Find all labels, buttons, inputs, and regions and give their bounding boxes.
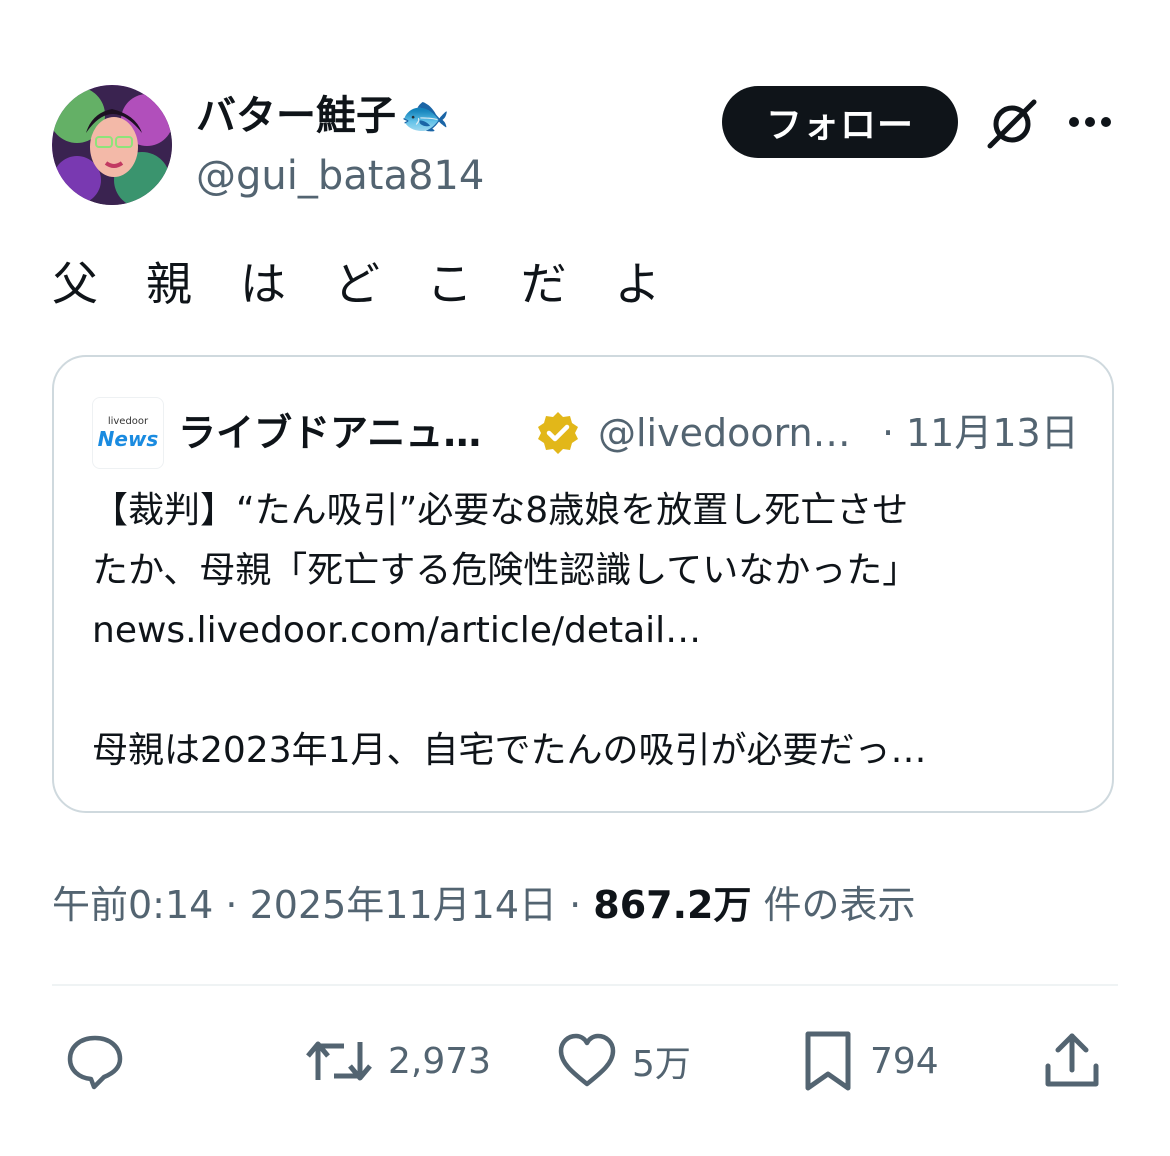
display-name-text: バター鮭子 [196, 93, 396, 139]
tweet-meta: 午前0:14 · 2025年11月14日 · 867.2万 件の表示 [52, 878, 916, 932]
verified-badge-icon [538, 412, 578, 454]
logo-big-text: News [97, 427, 159, 451]
divider [52, 984, 1118, 986]
share-icon [1045, 1033, 1099, 1087]
grok-icon[interactable] [984, 96, 1040, 152]
quoted-link[interactable]: news.livedoor.com/article/detail… [92, 601, 1082, 661]
quoted-avatar-logo: livedoor News [92, 397, 164, 469]
reply-icon [67, 1035, 123, 1090]
display-name[interactable]: バター鮭子 🐟 [196, 88, 450, 144]
tweet-date[interactable]: 2025年11月14日 [250, 883, 557, 927]
share-button[interactable] [1042, 1026, 1102, 1096]
quoted-handle: @livedoorn… [598, 411, 851, 455]
quoted-text-line: 母親は2023年1月、自宅でたんの吸引が必要だっ… [92, 730, 927, 771]
fish-emoji-icon: 🐟 [400, 93, 450, 139]
user-handle[interactable]: @gui_bata814 [196, 148, 484, 204]
bookmark-button[interactable]: 794 [800, 1026, 939, 1096]
retweet-icon [306, 1041, 372, 1081]
avatar[interactable] [52, 85, 172, 205]
quoted-text-line: たか、母親「死亡する危険性認識していなかった」 [92, 550, 919, 591]
like-count: 5万 [632, 1044, 691, 1085]
tweet-text: 父親はどこだよ [52, 257, 709, 311]
more-icon[interactable] [1066, 108, 1114, 136]
meta-separator: · [213, 883, 250, 927]
quoted-text-line: 【裁判】“たん吸引”必要な8歳娘を放置し死亡させ [92, 490, 909, 531]
retweet-count: 2,973 [388, 1040, 492, 1082]
bookmark-icon [805, 1031, 851, 1091]
tweet-time[interactable]: 午前0:14 [52, 883, 213, 927]
meta-separator: · [557, 883, 594, 927]
follow-button[interactable]: フォロー [722, 86, 958, 158]
like-button[interactable]: 5万 [556, 1026, 691, 1096]
reply-button[interactable] [64, 1026, 126, 1096]
retweet-button[interactable]: 2,973 [304, 1026, 491, 1096]
views-count[interactable]: 867.2万 [593, 883, 751, 927]
quoted-display-name: ライブドアニュ… [178, 411, 482, 455]
bookmark-count: 794 [870, 1040, 939, 1082]
quoted-separator: · [882, 411, 895, 455]
views-label: 件の表示 [751, 883, 916, 927]
tweet-detail: バター鮭子 🐟 @gui_bata814 フォロー 父親はどこだよ livedoo… [0, 0, 1170, 1156]
quoted-text: 【裁判】“たん吸引”必要な8歳娘を放置し死亡させ たか、母親「死亡する危険性認識… [92, 481, 1082, 781]
quoted-tweet-card[interactable]: livedoor News ライブドアニュ… @livedoorn… · 11月… [52, 355, 1114, 813]
like-icon [558, 1033, 616, 1087]
quoted-date: 11月13日 [906, 411, 1079, 455]
